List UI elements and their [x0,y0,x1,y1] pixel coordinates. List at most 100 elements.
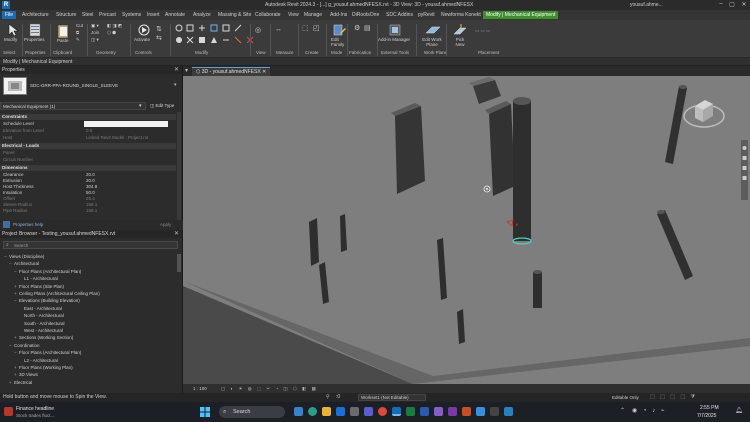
tab-precast[interactable]: Precast [98,11,117,19]
placement-tools-icon[interactable]: ▭ ▭ ▭ [475,28,490,34]
tab-file[interactable]: File [2,11,17,19]
browser-tree-item[interactable]: − Coordination [9,343,40,349]
tab-dirootsone[interactable]: DiRootsOne [351,11,380,19]
pipe-cylinder-short[interactable] [533,270,542,308]
3d-viewport[interactable]: ✕ [183,76,750,384]
create-parts-icon[interactable]: ◰ [313,24,320,32]
type-dropdown-icon[interactable]: ▾ [174,82,177,88]
workset-selector[interactable]: Workset1 (Not Editable) [358,394,426,401]
news-title[interactable]: Finance headline [16,406,54,412]
news-widget-icon[interactable] [4,407,13,416]
view-hide-icon[interactable]: ◎ [255,26,261,34]
fabrication-icon-2[interactable]: ▤ [364,24,371,32]
schedule-level-input[interactable] [84,121,168,127]
join-label[interactable]: Join [91,30,99,35]
excel-icon[interactable] [406,407,415,416]
outlook-icon[interactable] [336,407,345,416]
view-scale[interactable]: 1 : 100 [193,384,207,393]
teams-icon[interactable] [364,407,373,416]
browser-scrollbar[interactable] [177,254,181,272]
fabrication-icon[interactable]: ⚙ [354,24,360,32]
browser-close-icon[interactable]: ✕ [174,230,179,237]
tab-systems[interactable]: Systems [121,11,142,19]
browser-tree-item[interactable]: + Floor Plans (Site Plan) [14,284,64,290]
task-view-icon[interactable] [294,407,303,416]
constraints-section[interactable]: Constraints [0,114,176,120]
browser-tree-item[interactable]: + Sections (Working Section) [14,335,73,341]
tray-chevron-icon[interactable]: ⌃ [620,407,625,414]
browser-tree-item[interactable]: L2 - Architectural [19,358,58,364]
tab-manage[interactable]: Manage [303,11,323,19]
view-tab-close-icon[interactable]: ✕ [262,69,266,75]
editable-only-toggle[interactable]: Editable Only [612,393,639,402]
news-subtitle[interactable]: Stock trades fluct... [16,413,54,418]
close-icon[interactable]: ✕ [739,1,749,9]
revit-logo-icon[interactable]: R [2,1,10,9]
browser-tree-item[interactable]: +3D Views [14,372,38,378]
browser-tree-item[interactable]: + Electrical [9,380,32,386]
match-props-icon[interactable]: ✎ [76,37,80,43]
edit-type-button[interactable]: ◫ Edit Type [150,103,174,109]
tab-insert[interactable]: Insert [146,11,161,19]
tab-structure[interactable]: Structure [55,11,77,19]
tab-steel[interactable]: Steel [81,11,94,19]
powerpoint-icon[interactable] [462,407,471,416]
create-group-icon[interactable]: ⬚ [302,24,309,32]
tab-pyrevit[interactable]: pyRevit [417,11,436,19]
browser-tree-item[interactable]: − Floor Plans (Architectural Plan) [14,350,81,356]
browser-tree-item[interactable]: South - Architectural [19,321,65,327]
type-name[interactable]: SDC-GRR-PPA-ROUND_SINGLE_SLEEVE [30,83,118,88]
maximize-icon[interactable]: ▢ [727,1,737,9]
clipboard-copy-icon[interactable]: ⧉ [76,30,79,35]
selection-filter-icons[interactable]: ⬚ ⬚ ⬚ ⬚ ⧩ [650,393,697,402]
edge-browser-icon[interactable] [308,407,317,416]
browser-tree-item[interactable]: East - Architectural [19,306,62,312]
properties-close-icon[interactable]: ✕ [174,66,179,73]
view-tab[interactable]: ⬡ 3D - yousuf.ahmedNFESX ✕ [192,67,271,76]
notepad-icon[interactable] [476,407,485,416]
clock-time[interactable]: 2:55 PM [700,405,719,411]
tab-massing-site[interactable]: Massing & Site [217,11,252,19]
tab-add-ins[interactable]: Add-Ins [329,11,348,19]
navigation-bar[interactable] [741,140,748,200]
app-icon-extra-2[interactable] [504,407,513,416]
clock-date[interactable]: 7/7/2025 [697,413,716,419]
browser-tree-item[interactable]: + Ceiling Plans (Architectural Ceiling Pl… [14,291,100,297]
browser-tree-item[interactable]: − Floor Plans (Architectural Plan) [14,269,81,275]
geometry-tools-icon[interactable]: ◧ ◨ ◩ [107,23,122,29]
modify-tools-icons[interactable] [173,23,268,49]
measure-icon[interactable]: ↔ [275,26,282,33]
browser-tree-item[interactable]: West - Architectural [19,328,63,334]
cope-icon[interactable]: ▣ ▾ [91,23,99,29]
instance-selector[interactable]: Mechanical Equipment (1) ▾ [0,102,146,110]
minimize-icon[interactable]: – [716,1,726,9]
browser-tree-item[interactable]: L1 - Architectural [19,276,58,282]
tab-modify-mechanical-equipment[interactable]: Modify | Mechanical Equipment [483,11,559,19]
dimensions-section[interactable]: Dimensions [0,165,176,171]
browser-search-input[interactable]: ⌕ Search [3,241,178,249]
browser-tree-item[interactable]: + Floor Plans (Working Plan) [14,365,73,371]
3d-scene[interactable]: ✕ [183,76,750,384]
apply-button[interactable]: Apply [160,222,171,227]
word-icon[interactable] [420,407,429,416]
windows-start-icon[interactable] [200,407,210,417]
store-icon[interactable] [350,407,359,416]
view-control-icons[interactable]: ▢ ◐ ☀ ◍ ⬚ ✂ ◔ ◫ ⬡ ◧ ▦ [221,384,318,393]
taskbar-search-box[interactable]: ⌕ Search [219,406,285,418]
tab-annotate[interactable]: Annotate [164,11,186,19]
wall-join-icon[interactable]: ◫ ▾ [91,37,99,43]
browser-tree-item[interactable]: North - Architectural [19,313,64,319]
app-icon-extra[interactable] [490,407,499,416]
browser-tree-item[interactable]: − Views (Discipline) [4,254,44,260]
flip-arrows-icon[interactable]: ⇅ [156,25,162,33]
user-name[interactable]: yousuf.ahme... [630,2,663,8]
tab-architecture[interactable]: Architecture [21,11,50,19]
tab-newforma-konekt[interactable]: Newforma Konekt [440,11,482,19]
properties-help-link[interactable]: Properties help [13,222,43,227]
flip-arrows-icon-2[interactable]: ⇆ [156,34,162,42]
properties-help-icon[interactable] [3,221,10,228]
selector-dropdown-icon[interactable]: ▾ [139,103,142,109]
tab-sdc-addins[interactable]: SDC Addins [385,11,414,19]
visual-studio-icon[interactable] [434,407,443,416]
tab-collaborate[interactable]: Collaborate [254,11,282,19]
